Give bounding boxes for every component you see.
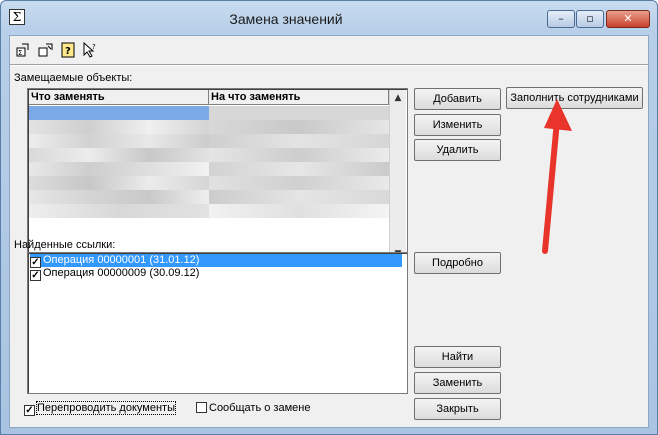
ref-checkbox-2[interactable]: ✓: [30, 270, 41, 281]
ref-text-1: Операция 00000001 (31.01.12): [43, 254, 200, 266]
scroll-up-icon[interactable]: ▲: [390, 90, 406, 106]
ref-text-2: Операция 00000009 (30.09.12): [43, 267, 200, 279]
svg-text:?: ?: [92, 43, 96, 51]
repost-documents-option[interactable]: ✓ Перепроводить документы: [24, 401, 176, 416]
pointer-help-icon[interactable]: ?: [82, 41, 98, 58]
table-cell[interactable]: [209, 204, 389, 218]
maximize-button[interactable]: ▫: [576, 10, 604, 28]
svg-text:Σ: Σ: [18, 49, 22, 57]
table-row[interactable]: [29, 162, 209, 176]
found-refs-label: Найденные ссылки:: [14, 239, 116, 251]
delete-button[interactable]: Удалить: [414, 139, 501, 161]
svg-text:?: ?: [65, 46, 71, 57]
table-cell[interactable]: [209, 148, 389, 162]
table-row[interactable]: [29, 190, 209, 204]
close-window-button[interactable]: ✕: [606, 10, 650, 28]
toolbar: Σ ? ?: [14, 40, 134, 62]
find-button[interactable]: Найти: [414, 346, 501, 368]
table-cell[interactable]: [209, 120, 389, 134]
table-cell[interactable]: [209, 176, 389, 190]
repost-checkbox[interactable]: ✓: [24, 405, 35, 416]
notify-option[interactable]: Сообщать о замене: [196, 402, 310, 414]
replace-to-icon[interactable]: [38, 42, 54, 58]
table-row[interactable]: [29, 106, 209, 120]
help-icon[interactable]: ?: [60, 42, 76, 58]
close-button[interactable]: Закрыть: [414, 398, 501, 420]
replace-from-icon[interactable]: Σ: [16, 42, 32, 58]
found-refs-list[interactable]: ✓ Операция 00000001 (31.01.12) ✓ Операция …: [27, 252, 408, 394]
notify-label: Сообщать о замене: [209, 402, 311, 414]
column-header-with-what[interactable]: На что заменять: [209, 90, 389, 105]
table-cell[interactable]: [209, 134, 389, 148]
table-cell[interactable]: [209, 190, 389, 204]
edit-button[interactable]: Изменить: [414, 114, 501, 136]
replace-button[interactable]: Заменить: [414, 372, 501, 394]
add-button[interactable]: Добавить: [414, 88, 501, 110]
details-button[interactable]: Подробно: [414, 252, 501, 274]
list-item[interactable]: ✓ Операция 00000001 (31.01.12): [30, 254, 402, 268]
minimize-button[interactable]: –: [547, 10, 575, 28]
table-cell[interactable]: [209, 106, 389, 120]
table-row[interactable]: [29, 148, 209, 162]
list-item[interactable]: ✓ Операция 00000009 (30.09.12): [30, 267, 200, 281]
replace-values-window: Σ Замена значений – ▫ ✕ Σ ? ? Замещаемые…: [0, 0, 658, 435]
table-row[interactable]: [29, 134, 209, 148]
notify-checkbox[interactable]: [196, 402, 207, 413]
red-arrow-annotation: [542, 99, 572, 254]
window-title: Замена значений: [229, 11, 343, 27]
table-row[interactable]: [29, 204, 209, 218]
toolbar-separator: [10, 64, 648, 66]
title-bar[interactable]: Σ Замена значений – ▫ ✕: [1, 1, 657, 35]
table-row[interactable]: [29, 120, 209, 134]
repost-label: Перепроводить документы: [36, 401, 176, 415]
table-row[interactable]: [29, 176, 209, 190]
vertical-scrollbar[interactable]: ▲ ▼: [389, 90, 406, 262]
column-header-what[interactable]: Что заменять: [29, 90, 209, 105]
table-cell[interactable]: [209, 162, 389, 176]
replaced-objects-label: Замещаемые объекты:: [14, 72, 133, 84]
